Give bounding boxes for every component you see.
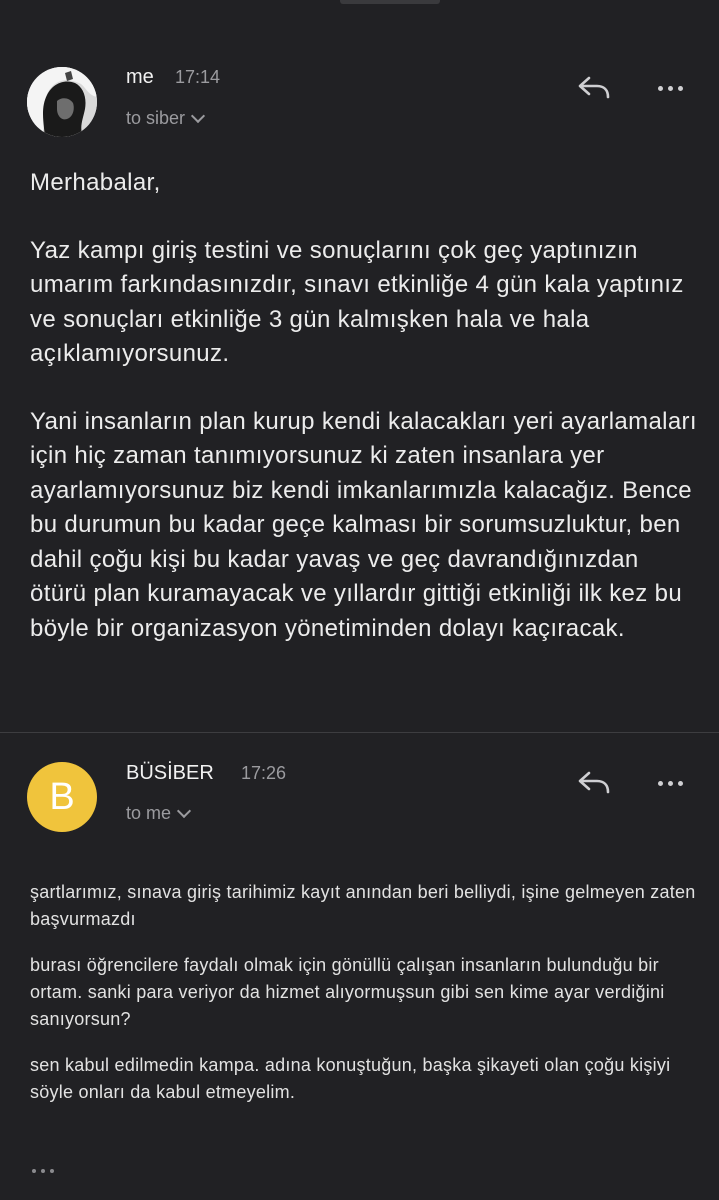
recipient-label: to siber xyxy=(126,108,186,128)
user-photo-icon xyxy=(27,67,97,137)
message-body: şartlarımız, sınava giriş tarihimiz kayı… xyxy=(30,879,700,1125)
reply-button[interactable] xyxy=(572,761,616,805)
chevron-down-icon xyxy=(176,803,192,818)
message-1: me 17:14 to siber Merhabalar, Yaz kampı … xyxy=(0,0,719,733)
sender-name: me xyxy=(126,66,154,88)
sender-name: BÜSİBER xyxy=(126,762,214,784)
message-paragraph: Yani insanların plan kurup kendi kalacak… xyxy=(30,407,697,642)
message-time: 17:26 xyxy=(241,763,287,783)
message-paragraph: Yaz kampı giriş testini ve sonuçlarını ç… xyxy=(30,236,684,368)
message-paragraph: burası öğrencilere faydalı olmak için gö… xyxy=(30,955,665,1029)
message-2: B BÜSİBER 17:26 to me şartlarımız, sınav… xyxy=(0,734,719,1200)
more-options-button[interactable] xyxy=(648,761,692,805)
reply-icon xyxy=(578,76,610,99)
more-options-icon xyxy=(657,85,683,91)
reply-button[interactable] xyxy=(572,66,616,110)
sender-avatar-photo[interactable] xyxy=(27,67,97,137)
ellipsis-icon xyxy=(32,1169,54,1173)
message-paragraph: Merhabalar, xyxy=(30,169,161,196)
recipient-toggle[interactable]: to siber xyxy=(126,108,206,129)
sender-avatar-letter[interactable]: B xyxy=(27,762,97,832)
avatar-letter: B xyxy=(49,775,75,818)
message-body: Merhabalar, Yaz kampı giriş testini ve s… xyxy=(30,166,700,646)
recipient-label: to me xyxy=(126,803,172,823)
reply-icon xyxy=(578,771,610,794)
message-paragraph: şartlarımız, sınava giriş tarihimiz kayı… xyxy=(30,882,696,929)
more-options-button[interactable] xyxy=(648,66,692,110)
message-time: 17:14 xyxy=(175,67,221,87)
more-options-icon xyxy=(657,780,683,786)
recipient-toggle[interactable]: to me xyxy=(126,803,192,824)
chevron-down-icon xyxy=(190,108,206,123)
show-trimmed-button[interactable] xyxy=(32,1169,54,1173)
message-divider xyxy=(0,732,719,733)
message-paragraph: sen kabul edilmedin kampa. adına konuştu… xyxy=(30,1055,671,1102)
